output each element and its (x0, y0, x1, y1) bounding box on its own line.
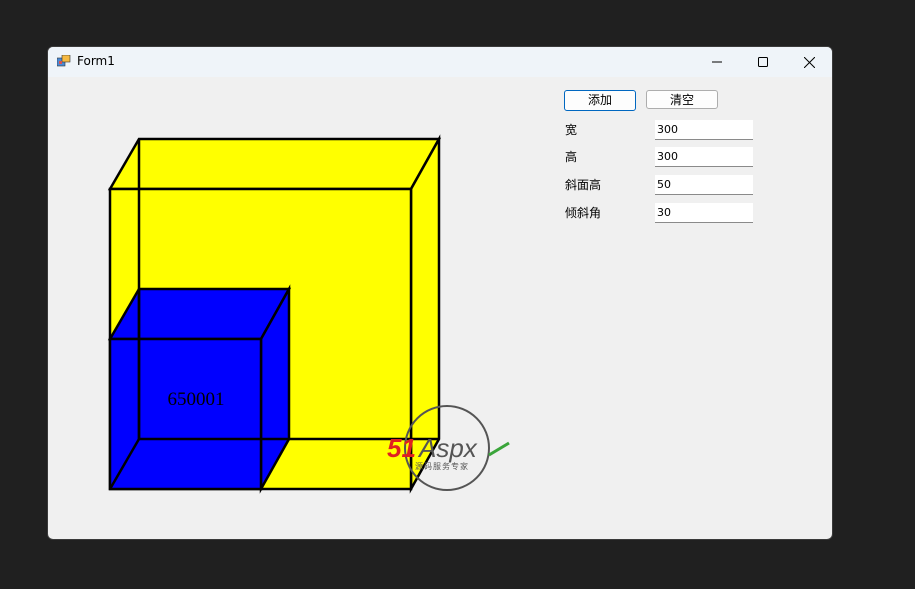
watermark-accent (488, 441, 510, 457)
height-input[interactable] (655, 147, 753, 167)
watermark-brand-a: 51 (387, 433, 416, 463)
clear-button[interactable]: 清空 (646, 90, 718, 109)
close-icon (803, 56, 815, 68)
large-box-top-face (107, 137, 442, 191)
title-bar[interactable]: Form1 (48, 47, 832, 77)
box-label: 650001 (168, 389, 225, 410)
small-box-top-face (107, 287, 292, 341)
width-input[interactable] (655, 120, 753, 140)
small-box-front-face (108, 337, 263, 491)
maximize-button[interactable] (740, 47, 786, 77)
watermark-tagline: 源码服务专家 (415, 461, 469, 471)
add-button[interactable]: 添加 (564, 90, 636, 111)
watermark-brand-b: Aspx (417, 433, 478, 463)
watermark-logo: 51 Aspx 源码服务专家 (387, 405, 510, 491)
slope-height-input[interactable] (655, 175, 753, 195)
minimize-button[interactable] (694, 47, 740, 77)
minimize-icon (712, 61, 722, 63)
tilt-angle-input[interactable] (655, 203, 753, 223)
height-label: 高 (565, 150, 578, 164)
close-button[interactable] (786, 47, 832, 77)
width-label: 宽 (565, 123, 578, 137)
app-icon (57, 55, 71, 67)
maximize-icon (758, 57, 768, 67)
tilt-angle-label: 倾斜角 (565, 206, 602, 220)
slope-height-label: 斜面高 (565, 178, 602, 192)
window-title: Form1 (77, 54, 115, 68)
